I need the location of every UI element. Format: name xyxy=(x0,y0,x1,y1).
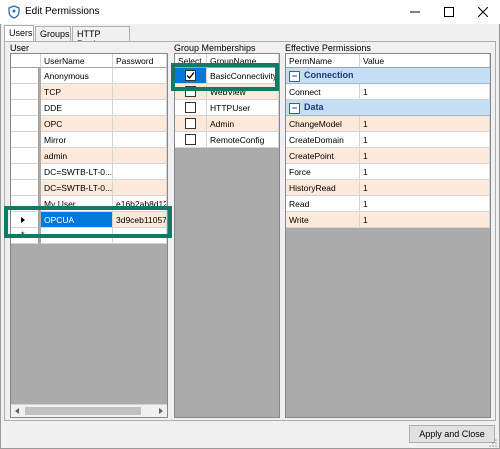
tab-http-realms[interactable]: HTTP Realms xyxy=(72,26,130,49)
user-name-cell[interactable]: TCP xyxy=(41,84,113,100)
tab-users[interactable]: Users xyxy=(4,25,34,42)
perm-value-cell[interactable]: 1 xyxy=(360,116,490,132)
user-section-label: User xyxy=(10,43,30,53)
user-grid-corner xyxy=(11,54,41,68)
row-header[interactable] xyxy=(11,68,39,84)
minimize-button[interactable] xyxy=(398,0,432,24)
callout-opcua-row xyxy=(4,206,172,238)
minimize-icon xyxy=(410,11,420,13)
scroll-left-icon[interactable] xyxy=(13,407,21,415)
user-grid-scroll-thumb[interactable] xyxy=(25,407,141,415)
perm-name-cell[interactable]: Read xyxy=(286,196,360,212)
user-name-cell[interactable]: DC=SWTB-LT-0... xyxy=(41,164,113,180)
user-name-cell[interactable]: DDE xyxy=(41,100,113,116)
perm-value-cell[interactable]: 1 xyxy=(360,212,490,228)
perm-value-cell[interactable]: 1 xyxy=(360,132,490,148)
perm-group-label: Connection xyxy=(304,70,354,80)
perm-name-cell[interactable]: HistoryRead xyxy=(286,180,360,196)
perm-name-cell[interactable]: Write xyxy=(286,212,360,228)
user-name-cell[interactable]: Mirror xyxy=(41,132,113,148)
user-grid-horizontal-scrollbar[interactable] xyxy=(11,404,167,417)
user-password-cell[interactable] xyxy=(113,148,167,164)
perm-name-cell[interactable]: CreatePoint xyxy=(286,148,360,164)
effective-permissions-label: Effective Permissions xyxy=(285,43,371,53)
perm-value-cell[interactable]: 1 xyxy=(360,196,490,212)
user-name-cell[interactable]: DC=SWTB-LT-0... xyxy=(41,180,113,196)
perm-value-cell[interactable]: 1 xyxy=(360,84,490,100)
group-name-cell[interactable]: RemoteConfig xyxy=(207,132,279,148)
perm-value-cell[interactable]: 1 xyxy=(360,164,490,180)
perm-value-cell[interactable]: 1 xyxy=(360,180,490,196)
user-password-cell[interactable] xyxy=(113,180,167,196)
close-icon xyxy=(478,7,488,17)
maximize-button[interactable] xyxy=(432,0,466,24)
user-password-cell[interactable] xyxy=(113,132,167,148)
group-name-cell[interactable]: HTTPUser xyxy=(207,100,279,116)
perm-name-cell[interactable]: Force xyxy=(286,164,360,180)
scroll-right-icon[interactable] xyxy=(157,407,165,415)
row-header[interactable] xyxy=(11,180,39,196)
user-password-cell[interactable] xyxy=(113,100,167,116)
resize-grip-icon[interactable] xyxy=(488,438,498,448)
perm-group-connection[interactable]: − Connection xyxy=(286,68,490,84)
perm-value-cell[interactable]: 1 xyxy=(360,148,490,164)
row-header[interactable] xyxy=(11,148,39,164)
select-cell[interactable] xyxy=(175,100,207,116)
column-header-value[interactable]: Value xyxy=(360,54,490,68)
column-header-permname[interactable]: PermName xyxy=(286,54,360,68)
row-header[interactable] xyxy=(11,164,39,180)
apply-and-close-button[interactable]: Apply and Close xyxy=(409,425,495,443)
row-header[interactable] xyxy=(11,132,39,148)
user-password-cell[interactable] xyxy=(113,84,167,100)
group-checkbox-admin[interactable] xyxy=(185,118,196,129)
group-memberships-grid[interactable]: Select GroupName BasicConnectivity WebVi… xyxy=(174,53,280,418)
user-name-cell[interactable]: admin xyxy=(41,148,113,164)
row-header[interactable] xyxy=(11,100,39,116)
collapse-icon[interactable]: − xyxy=(289,103,300,114)
user-password-cell[interactable] xyxy=(113,164,167,180)
shield-icon xyxy=(8,5,20,19)
column-header-username[interactable]: UserName xyxy=(41,54,113,68)
user-name-cell[interactable]: Anonymous xyxy=(41,68,113,84)
user-password-cell[interactable] xyxy=(113,68,167,84)
user-name-cell[interactable]: OPC xyxy=(41,116,113,132)
select-cell[interactable] xyxy=(175,116,207,132)
perm-name-cell[interactable]: ChangeModel xyxy=(286,116,360,132)
perm-name-cell[interactable]: CreateDomain xyxy=(286,132,360,148)
tab-groups[interactable]: Groups xyxy=(35,26,71,42)
select-cell[interactable] xyxy=(175,132,207,148)
user-password-cell[interactable] xyxy=(113,116,167,132)
row-header[interactable] xyxy=(11,116,39,132)
group-name-cell[interactable]: Admin xyxy=(207,116,279,132)
group-memberships-label: Group Memberships xyxy=(174,43,256,53)
row-header[interactable] xyxy=(11,84,39,100)
title-bar: Edit Permissions xyxy=(0,0,500,24)
effective-permissions-grid[interactable]: PermName Value − Connection Connect 1 − Da… xyxy=(285,53,491,418)
callout-basicconnectivity-row xyxy=(171,63,279,91)
collapse-icon[interactable]: − xyxy=(289,71,300,82)
close-button[interactable] xyxy=(466,0,500,24)
perm-name-cell[interactable]: Connect xyxy=(286,84,360,100)
group-checkbox-httpuser[interactable] xyxy=(185,102,196,113)
maximize-icon xyxy=(444,7,454,17)
perm-group-label: Data xyxy=(304,102,324,112)
perm-group-data[interactable]: − Data xyxy=(286,100,490,116)
window-title: Edit Permissions xyxy=(25,6,100,17)
group-checkbox-remoteconfig[interactable] xyxy=(185,134,196,145)
column-header-password[interactable]: Password xyxy=(113,54,167,68)
